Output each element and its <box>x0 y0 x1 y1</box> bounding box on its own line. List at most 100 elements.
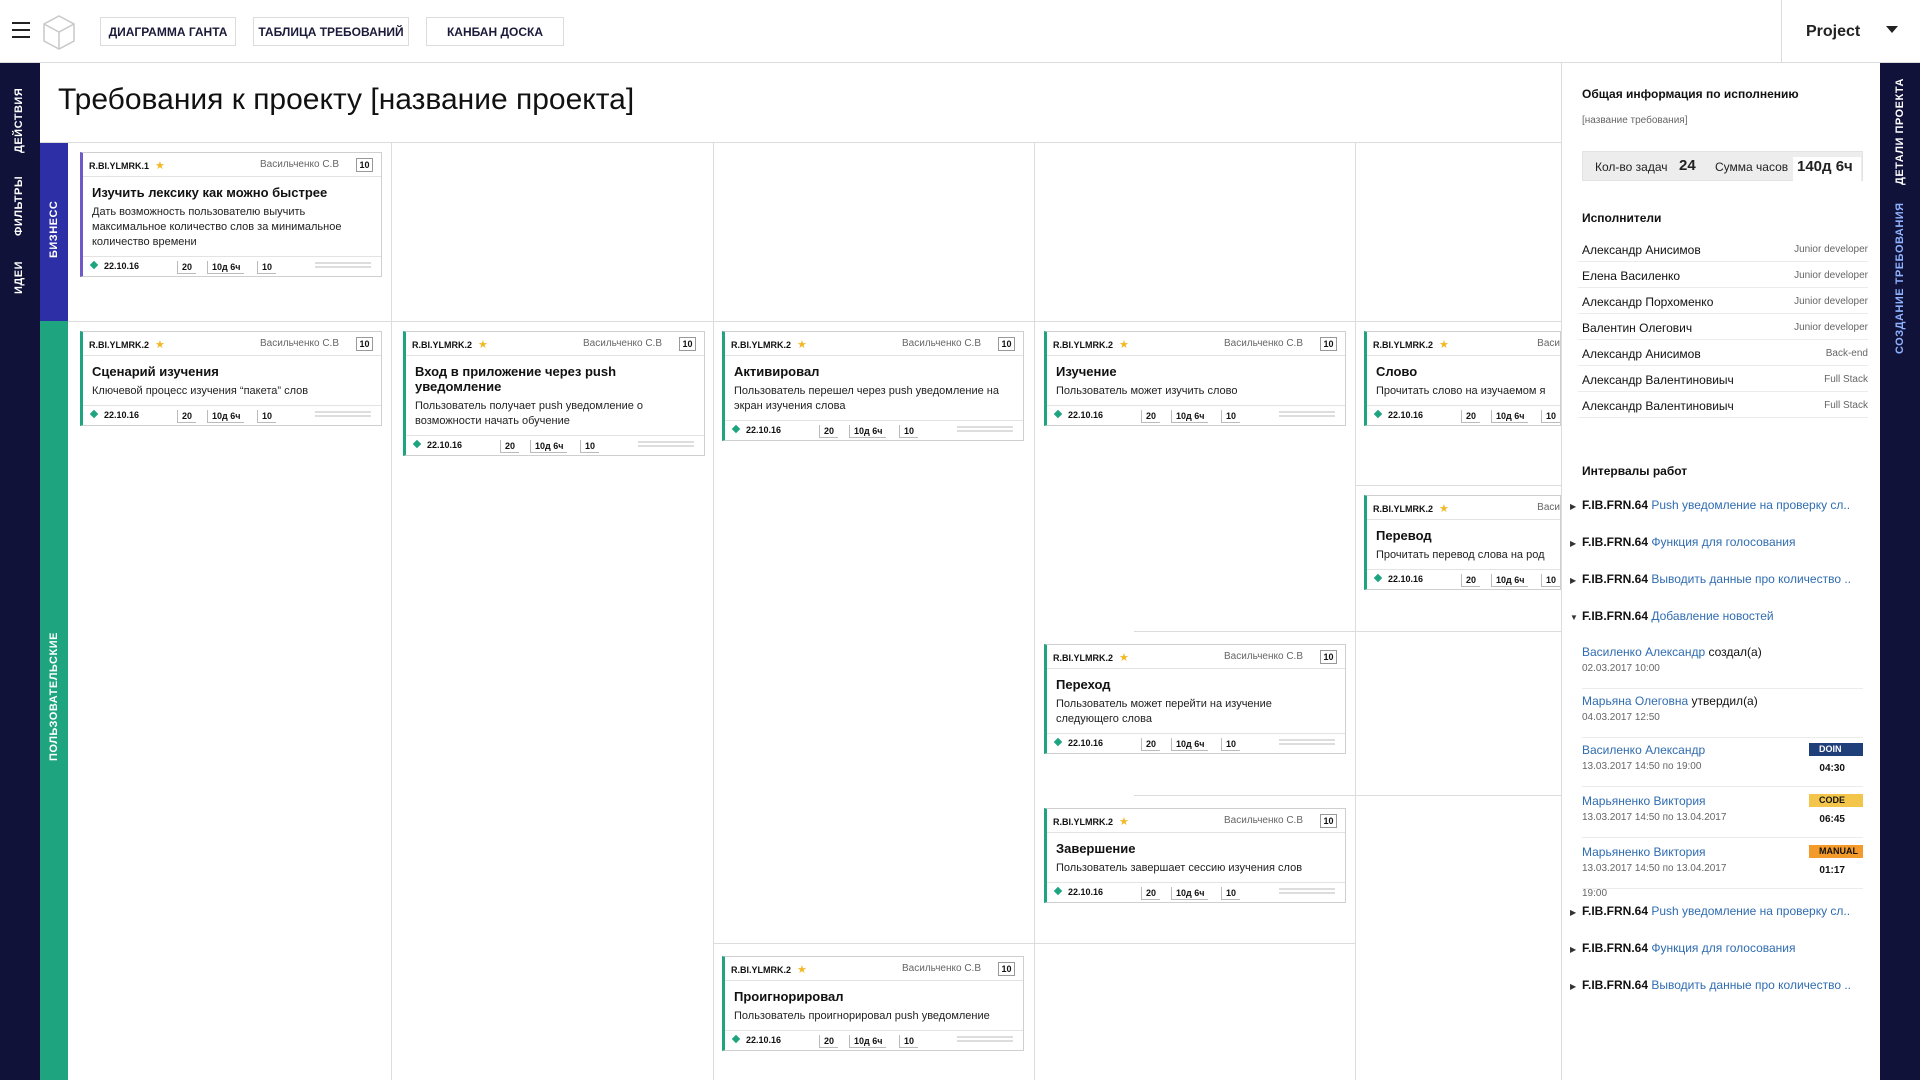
card-body: Изучение Пользователь может изучить слов… <box>1047 356 1345 405</box>
nav-filters[interactable]: ФИЛЬТРЫ <box>13 176 25 236</box>
requirement-card[interactable]: R.BI.YLMRK.2 ★ Васильченко С.В 10 Изучен… <box>1044 331 1346 426</box>
star-icon[interactable]: ★ <box>155 338 165 351</box>
performer-role: Junior developer <box>1794 322 1868 333</box>
interval-text: Добавление новостей <box>1651 609 1774 623</box>
project-label: Project <box>1806 22 1861 40</box>
card-header: R.BI.YLMRK.2 ★ Васильченко С.В 10 <box>725 957 1023 981</box>
performer-row[interactable]: Александр Валентиновиыч Full Stack <box>1578 366 1868 392</box>
performer-row[interactable]: Александр Анисимов Junior developer <box>1578 236 1868 262</box>
card-footer: 22.10.16 20 10д 6ч 10 <box>725 420 1023 440</box>
tasks-label: Кол-во задач <box>1595 160 1668 174</box>
performer-row[interactable]: Валентин Олегович Junior developer <box>1578 314 1868 340</box>
column-divider <box>1034 143 1035 1080</box>
card-id: R.BI.YLMRK.2 <box>731 965 792 975</box>
progress-bar <box>957 426 1013 428</box>
card-footer: 22.10.16 20 10д 6ч 10 <box>83 256 381 276</box>
progress-bar <box>1279 888 1335 890</box>
card-badge-points: 20 <box>819 1035 839 1048</box>
column-divider <box>391 143 392 1080</box>
interval-item[interactable]: ▶ F.IB.FRN.64 Функция для голосования <box>1570 535 1865 549</box>
log-user[interactable]: Марьяненко Виктория <box>1582 794 1706 808</box>
card-badge-points: 20 <box>819 425 839 438</box>
interval-item[interactable]: ▶ F.IB.FRN.64 Push уведомление на проверк… <box>1570 498 1865 512</box>
log-entry: Марьяненко Виктория 13.03.2017 14:50 по … <box>1582 788 1863 838</box>
card-header: R.BI.YLMRK.2 ★ Васильченко С.В 10 <box>1047 809 1345 833</box>
card-id: R.BI.YLMRK.2 <box>1053 817 1114 827</box>
card-badge-duration: 10д 6ч <box>1491 410 1529 423</box>
performer-row[interactable]: Александр Анисимов Back-end <box>1578 340 1868 366</box>
nav-create-requirement[interactable]: СОЗДАНИЕ ТРЕБОВАНИЯ <box>1894 202 1906 354</box>
card-badge-count: 10 <box>899 1035 919 1048</box>
star-icon[interactable]: ★ <box>1439 338 1449 351</box>
tab-gantt[interactable]: ДИАГРАММА ГАНТА <box>100 17 236 46</box>
log-user[interactable]: Василенко Александр <box>1582 743 1705 757</box>
requirement-card[interactable]: R.BI.YLMRK.2 ★ Васильченко С.В 10 Вход в… <box>403 331 705 456</box>
log-user[interactable]: Марьяненко Виктория <box>1582 845 1706 859</box>
card-count: 10 <box>1320 650 1337 664</box>
card-owner: Васильченко С.В <box>1224 815 1303 826</box>
performer-name: Александр Порхоменко <box>1582 295 1714 309</box>
card-date: 22.10.16 <box>746 1035 782 1045</box>
star-icon[interactable]: ★ <box>155 159 165 172</box>
requirement-card[interactable]: R.BI.YLMRK.2 ★ Васи Перевод Прочитать пе… <box>1364 495 1561 590</box>
interval-item[interactable]: ▶ F.IB.FRN.64 Выводить данные про количес… <box>1570 978 1865 992</box>
requirement-card[interactable]: R.BI.YLMRK.2 ★ Васи Слово Прочитать слов… <box>1364 331 1561 426</box>
star-icon[interactable]: ★ <box>478 338 488 351</box>
star-icon[interactable]: ★ <box>1119 651 1129 664</box>
card-badge-count: 10 <box>1221 738 1241 751</box>
diamond-icon <box>89 260 99 270</box>
tasks-value: 24 <box>1679 157 1696 174</box>
row-divider <box>1134 631 1561 632</box>
card-body: Переход Пользователь может перейти на из… <box>1047 669 1345 733</box>
tab-requirements-table[interactable]: ТАБЛИЦА ТРЕБОВАНИЙ <box>253 17 409 46</box>
log-user[interactable]: Марьяна Олеговна утвердил(а) <box>1582 694 1758 708</box>
card-title: Сценарий изучения <box>92 364 219 379</box>
requirement-card[interactable]: R.BI.YLMRK.2 ★ Васильченко С.В 10 Активи… <box>722 331 1024 441</box>
nav-project-details[interactable]: ДЕТАЛИ ПРОЕКТА <box>1894 78 1906 185</box>
interval-text: Функция для голосования <box>1651 941 1796 955</box>
card-badge-duration: 10д 6ч <box>1171 410 1209 423</box>
log-entry: Марьяна Олеговна утвердил(а) 04.03.2017 … <box>1582 688 1863 738</box>
requirement-card[interactable]: R.BI.YLMRK.2 ★ Васильченко С.В 10 Проигн… <box>722 956 1024 1051</box>
nav-ideas[interactable]: ИДЕИ <box>13 261 25 294</box>
progress-bar <box>638 441 694 443</box>
star-icon[interactable]: ★ <box>1119 338 1129 351</box>
performer-row[interactable]: Александр Валентиновиыч Full Stack <box>1578 392 1868 418</box>
nav-actions[interactable]: ДЕЙСТВИЯ <box>13 88 25 153</box>
requirement-card[interactable]: R.BI.YLMRK.2 ★ Васильченко С.В 10 Перехо… <box>1044 644 1346 754</box>
card-owner: Васи <box>1537 338 1560 349</box>
requirement-card[interactable]: R.BI.YLMRK.1 ★ Васильченко С.В 10 Изучит… <box>80 152 382 277</box>
performer-role: Full Stack <box>1824 400 1868 411</box>
project-selector[interactable]: Project <box>1781 0 1920 63</box>
card-footer: 22.10.16 20 10д 6ч 10 <box>1367 569 1561 589</box>
panel-heading: Общая информация по исполнению <box>1582 87 1799 101</box>
star-icon[interactable]: ★ <box>797 963 807 976</box>
card-owner: Васильченко С.В <box>1224 338 1303 349</box>
card-footer: 22.10.16 20 10д 6ч 10 <box>1047 405 1345 425</box>
performer-row[interactable]: Александр Порхоменко Junior developer <box>1578 288 1868 314</box>
progress-bar <box>957 1040 1013 1042</box>
interval-item[interactable]: ▶ F.IB.FRN.64 Функция для голосования <box>1570 941 1865 955</box>
log-duration: 01:17 <box>1819 865 1845 876</box>
star-icon[interactable]: ★ <box>1119 815 1129 828</box>
performer-row[interactable]: Елена Василенко Junior developer <box>1578 262 1868 288</box>
star-icon[interactable]: ★ <box>1439 502 1449 515</box>
menu-icon[interactable] <box>12 22 30 40</box>
requirement-card[interactable]: R.BI.YLMRK.2 ★ Васильченко С.В 10 Заверш… <box>1044 808 1346 903</box>
requirement-card[interactable]: R.BI.YLMRK.2 ★ Васильченко С.В 10 Сценар… <box>80 331 382 426</box>
log-duration: 04:30 <box>1819 763 1845 774</box>
card-count: 10 <box>679 337 696 351</box>
log-user[interactable]: Василенко Александр создал(а) <box>1582 645 1762 659</box>
card-badge-count: 10 <box>899 425 919 438</box>
interval-item[interactable]: ▶ F.IB.FRN.64 Выводить данные про количес… <box>1570 572 1865 586</box>
progress-bar <box>957 1036 1013 1038</box>
interval-item[interactable]: ▼ F.IB.FRN.64 Добавление новостей <box>1570 609 1865 623</box>
card-date: 22.10.16 <box>746 425 782 435</box>
diamond-icon <box>89 409 99 419</box>
star-icon[interactable]: ★ <box>797 338 807 351</box>
card-header: R.BI.YLMRK.2 ★ Васильченко С.В 10 <box>83 332 381 356</box>
interval-item[interactable]: ▶ F.IB.FRN.64 Push уведомление на проверк… <box>1570 904 1865 918</box>
card-badge-duration: 10д 6ч <box>207 410 245 423</box>
card-count: 10 <box>356 158 373 172</box>
tab-kanban[interactable]: КАНБАН ДОСКА <box>426 17 564 46</box>
